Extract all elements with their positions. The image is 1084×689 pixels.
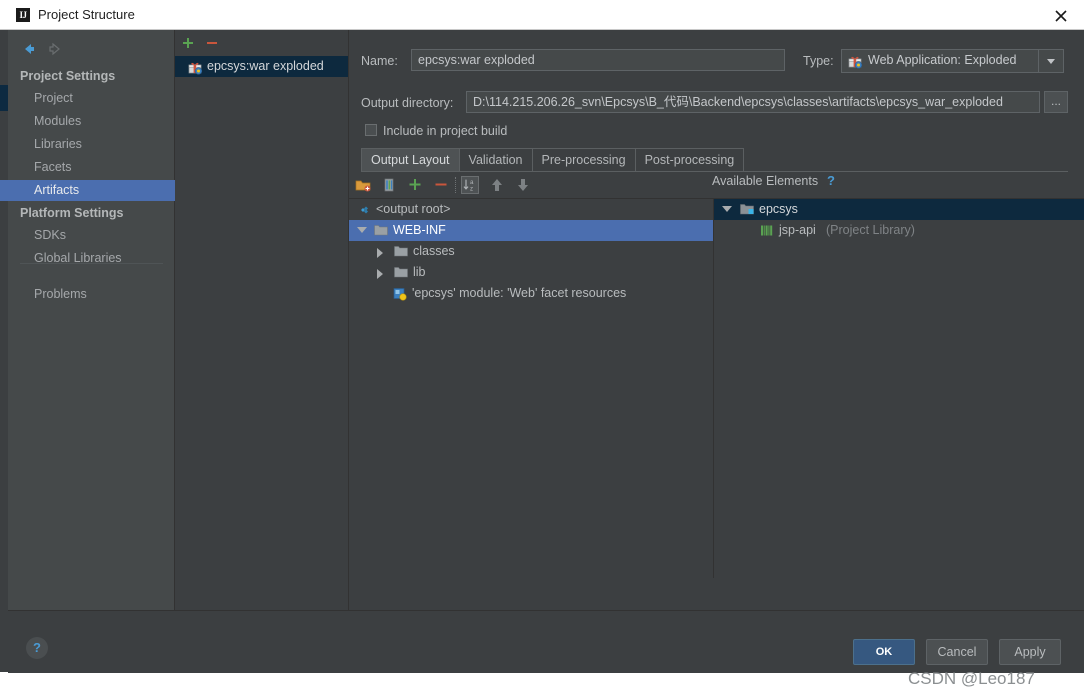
library-icon (761, 225, 773, 236)
chevron-down-icon[interactable] (722, 206, 732, 212)
sidebar-item-facets[interactable]: Facets (8, 157, 175, 178)
tab-output-layout[interactable]: Output Layout (361, 148, 460, 171)
output-root-icon (361, 206, 368, 214)
svg-text:z: z (470, 185, 473, 192)
dialog-footer: ? OK Cancel Apply (8, 610, 1084, 673)
chevron-down-icon[interactable] (357, 227, 367, 233)
apply-button[interactable]: Apply (999, 639, 1061, 665)
tree-label: <output root> (376, 202, 451, 216)
output-directory-input[interactable]: D:\114.215.206.26_svn\Epcsys\B_代码\Backen… (466, 91, 1040, 113)
minus-icon[interactable] (432, 176, 450, 194)
window-edge-accent (0, 85, 8, 111)
table-row[interactable]: WEB-INF (349, 220, 713, 241)
sidebar-item-modules[interactable]: Modules (8, 111, 175, 132)
table-row[interactable]: epcsys (714, 199, 1084, 220)
artifact-list-toolbar (175, 30, 348, 56)
intellij-idea-icon: IJ (16, 8, 30, 22)
title-bar: IJ Project Structure (0, 0, 1084, 30)
name-input[interactable]: epcsys:war exploded (411, 49, 785, 71)
project-structure-dialog: IJ Project Structure Project Settings Pr… (0, 0, 1084, 688)
minus-icon[interactable] (205, 36, 219, 50)
module-facet-icon (393, 288, 407, 301)
tab-post-processing[interactable]: Post-processing (634, 148, 745, 171)
sidebar-section-platform-settings: Platform Settings (20, 206, 124, 220)
output-layout-tree: <output root> WEB-INF classes lib 'epcsy… (349, 198, 713, 578)
plus-icon[interactable] (406, 176, 424, 194)
toolbar-separator (455, 177, 457, 193)
arrow-up-icon[interactable] (488, 176, 506, 194)
sidebar-item-sdks[interactable]: SDKs (8, 225, 175, 246)
sidebar-section-project-settings: Project Settings (20, 69, 116, 83)
close-icon[interactable] (1038, 0, 1084, 29)
available-elements-help-icon[interactable]: ? (827, 173, 835, 188)
sidebar-item-global-libraries[interactable]: Global Libraries (8, 248, 175, 269)
tree-label: 'epcsys' module: 'Web' facet resources (412, 286, 627, 300)
tab-pre-processing[interactable]: Pre-processing (531, 148, 636, 171)
chevron-right-icon[interactable] (377, 248, 383, 258)
arrow-right-icon[interactable] (46, 40, 64, 58)
type-dropdown[interactable]: Web Application: Exploded (841, 49, 1064, 73)
arrow-left-icon[interactable] (20, 40, 38, 58)
available-elements-tree: epcsys jsp-api (Project Library) (713, 198, 1084, 578)
tree-label: epcsys (759, 202, 798, 216)
table-row[interactable]: jsp-api (Project Library) (714, 220, 1084, 241)
artifact-package-icon (848, 56, 863, 69)
browse-directory-button[interactable]: ... (1044, 91, 1068, 113)
artifact-list-panel: epcsys:war exploded (175, 30, 349, 610)
add-copy-of-icon[interactable] (354, 176, 372, 194)
module-output-icon[interactable] (380, 176, 398, 194)
type-value: Web Application: Exploded (868, 53, 1017, 67)
table-row[interactable]: <output root> (349, 199, 713, 220)
name-label: Name: (361, 54, 398, 68)
output-directory-label: Output directory: (361, 96, 454, 110)
include-in-project-build-label: Include in project build (383, 124, 508, 138)
tree-label: WEB-INF (393, 223, 446, 237)
available-elements-title: Available Elements (712, 174, 819, 188)
arrow-down-icon[interactable] (514, 176, 532, 194)
tree-sublabel: (Project Library) (826, 223, 915, 237)
sidebar-divider (20, 263, 163, 264)
folder-icon (394, 267, 408, 278)
sidebar-item-artifacts[interactable]: Artifacts (0, 180, 175, 201)
artifact-name-label: epcsys:war exploded (207, 59, 324, 73)
help-icon[interactable]: ? (26, 637, 48, 659)
dialog-body: Project Settings Project Modules Librari… (0, 30, 1084, 688)
table-row[interactable]: 'epcsys' module: 'Web' facet resources (349, 283, 713, 304)
layout-tabs: Output Layout Validation Pre-processing … (361, 148, 745, 171)
tab-validation[interactable]: Validation (458, 148, 533, 171)
chevron-down-icon[interactable] (1038, 50, 1063, 72)
plus-icon[interactable] (181, 36, 195, 50)
navigation-arrows (16, 38, 166, 60)
tree-label: classes (413, 244, 455, 258)
type-label: Type: (803, 54, 834, 68)
sidebar-item-project[interactable]: Project (8, 88, 175, 109)
folder-icon (394, 246, 408, 257)
list-item[interactable]: epcsys:war exploded (175, 56, 348, 77)
table-row[interactable]: classes (349, 241, 713, 262)
sidebar-item-libraries[interactable]: Libraries (8, 134, 175, 155)
table-row[interactable]: lib (349, 262, 713, 283)
artifact-detail-panel: Name: epcsys:war exploded Type: Web Appl… (349, 30, 1084, 627)
tree-label: jsp-api (779, 223, 816, 237)
sidebar-item-problems[interactable]: Problems (8, 284, 175, 305)
chevron-right-icon[interactable] (377, 269, 383, 279)
ok-button[interactable]: OK (853, 639, 915, 665)
window-title: Project Structure (38, 7, 135, 22)
cancel-button[interactable]: Cancel (926, 639, 988, 665)
settings-sidebar: Project Settings Project Modules Librari… (0, 30, 175, 610)
folder-icon (374, 225, 388, 236)
tree-label: lib (413, 265, 426, 279)
module-icon (740, 204, 754, 215)
include-in-project-build-checkbox[interactable] (365, 124, 377, 136)
artifact-package-icon (188, 62, 203, 75)
sort-alphabetically-icon[interactable]: a z (461, 176, 479, 194)
